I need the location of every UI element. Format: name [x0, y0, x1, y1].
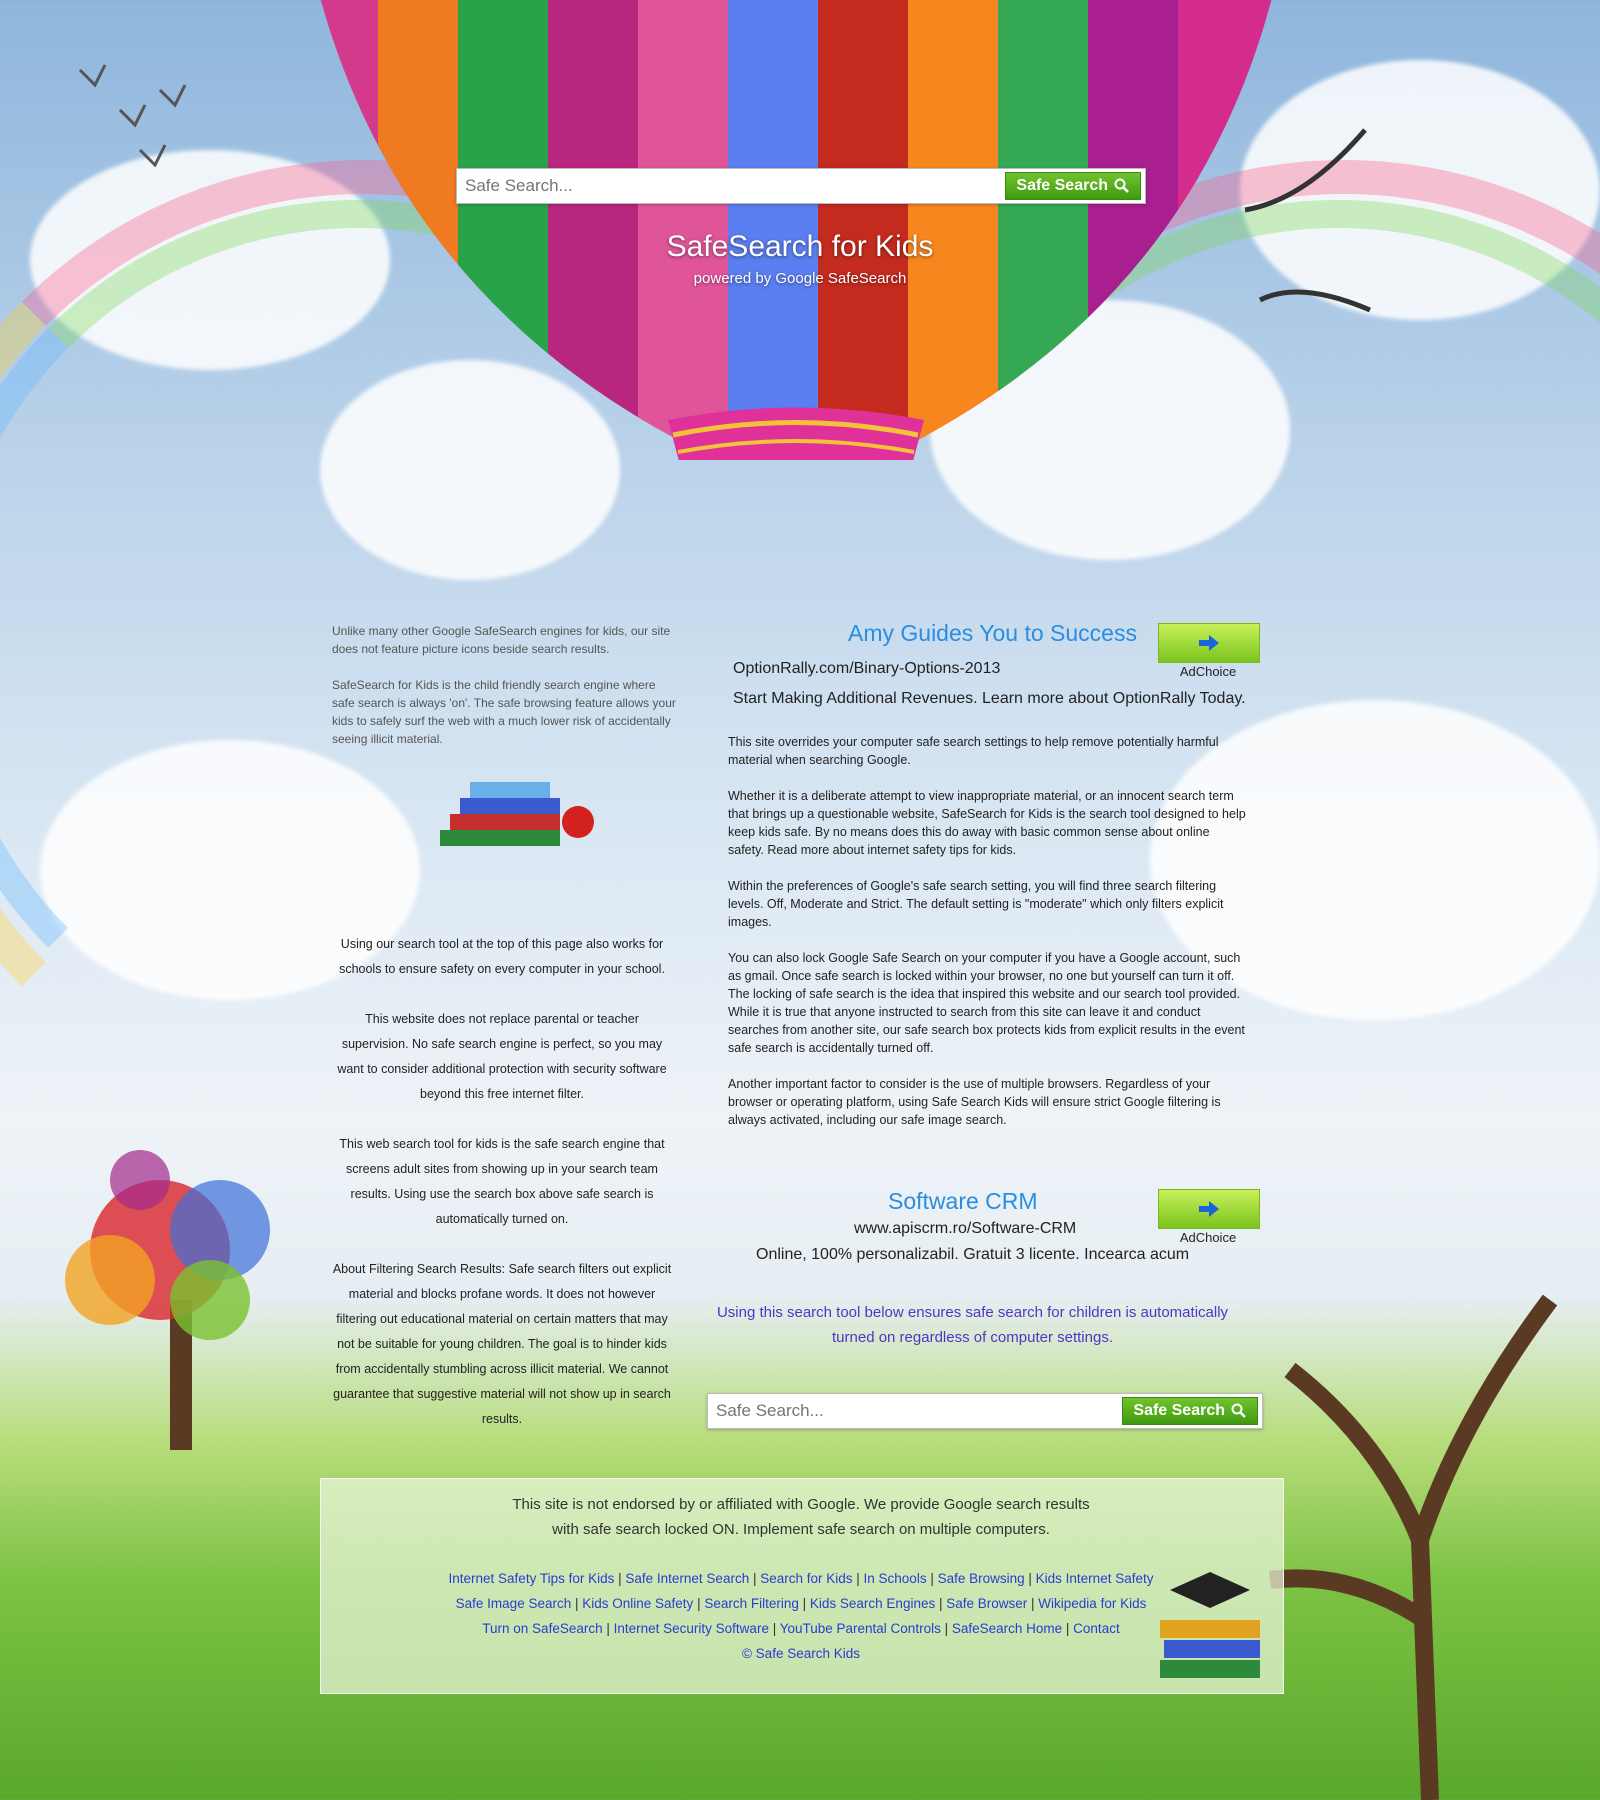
footer-link[interactable]: Safe Browsing [938, 1571, 1025, 1586]
footer-link[interactable]: Internet Security Software [614, 1621, 769, 1636]
top-search-input[interactable] [457, 171, 1006, 201]
main-paragraph: This site overrides your computer safe s… [728, 735, 1219, 767]
footer-links-row: Internet Safety Tips for Kids | Safe Int… [448, 1571, 1154, 1586]
bottom-search-input[interactable] [708, 1396, 1123, 1426]
magnifier-icon [1114, 178, 1129, 193]
footer-link[interactable]: Kids Internet Safety [1036, 1571, 1154, 1586]
disclaimer-line: with safe search locked ON. Implement sa… [552, 1521, 1050, 1538]
ad-title-link[interactable]: Software CRM [888, 1188, 1038, 1215]
footer-link[interactable]: In Schools [864, 1571, 927, 1586]
disclaimer-line: This site is not endorsed by or affiliat… [512, 1496, 1090, 1513]
footer-links: Internet Safety Tips for Kids | Safe Int… [320, 1566, 1282, 1666]
flying-birds-icon [78, 64, 187, 168]
page-subtitle: powered by Google SafeSearch [693, 270, 907, 287]
main-paragraph: Another important factor to consider is … [728, 1077, 1221, 1127]
footer-link[interactable]: Search Filtering [704, 1596, 799, 1611]
info-paragraph: About Filtering Search Results: Safe sea… [332, 1262, 672, 1426]
footer-link[interactable]: Safe Internet Search [625, 1571, 749, 1586]
seagull-icon [1244, 128, 1371, 313]
ad-url[interactable]: www.apiscrm.ro/Software-CRM [854, 1220, 1076, 1238]
books-icon [440, 782, 594, 846]
top-search-button[interactable]: Safe Search [1005, 172, 1141, 200]
footer-link[interactable]: Contact [1073, 1621, 1120, 1636]
footer-link[interactable]: Kids Search Engines [810, 1596, 935, 1611]
adchoice-label[interactable]: AdChoice [1158, 664, 1258, 679]
footer-link[interactable]: YouTube Parental Controls [780, 1621, 941, 1636]
info-paragraph: This web search tool for kids is the saf… [339, 1137, 665, 1226]
footer-disclaimer: This site is not endorsed by or affiliat… [320, 1492, 1282, 1542]
ad-go-button[interactable] [1158, 623, 1260, 663]
copyright-link[interactable]: © Safe Search Kids [742, 1646, 860, 1661]
main-paragraph: Within the preferences of Google's safe … [728, 879, 1224, 929]
footer-link[interactable]: Search for Kids [760, 1571, 852, 1586]
bare-tree-icon [1268, 1294, 1558, 1800]
ad-title-link[interactable]: Amy Guides You to Success [848, 620, 1137, 647]
footer-link[interactable]: Safe Image Search [456, 1596, 572, 1611]
ad-go-button[interactable] [1158, 1189, 1260, 1229]
info-paragraph: This website does not replace parental o… [337, 1012, 667, 1101]
main-paragraph: Whether it is a deliberate attempt to vi… [728, 789, 1246, 857]
top-search-bar: Safe Search [456, 168, 1146, 204]
search-button-label: Safe Search [1133, 1402, 1225, 1419]
bottom-search-bar: Safe Search [707, 1393, 1263, 1429]
intro-paragraph: SafeSearch for Kids is the child friendl… [332, 678, 676, 746]
graduation-books-icon [1160, 1572, 1260, 1678]
search-button-label: Safe Search [1016, 177, 1108, 194]
footer-link[interactable]: SafeSearch Home [952, 1621, 1062, 1636]
ad-url[interactable]: OptionRally.com/Binary-Options-2013 [733, 660, 1000, 678]
info-paragraph: Using our search tool at the top of this… [339, 937, 665, 976]
footer-link[interactable]: Internet Safety Tips for Kids [449, 1571, 615, 1586]
left-intro: Unlike many other Google SafeSearch engi… [332, 622, 678, 766]
ad-description: Online, 100% personalizabil. Gratuit 3 l… [756, 1246, 1190, 1263]
footer-link[interactable]: Wikipedia for Kids [1038, 1596, 1146, 1611]
footer-link[interactable]: Turn on SafeSearch [482, 1621, 602, 1636]
left-center-text: Using our search tool at the top of this… [332, 932, 672, 1457]
intro-paragraph: Unlike many other Google SafeSearch engi… [332, 624, 671, 656]
footer-links-row: Turn on SafeSearch | Internet Security S… [482, 1621, 1120, 1636]
ad-description: Start Making Additional Revenues. Learn … [733, 690, 1246, 707]
arrow-right-icon [1199, 1201, 1219, 1217]
colorful-tree-icon [65, 1150, 270, 1450]
footer-link[interactable]: Kids Online Safety [582, 1596, 693, 1611]
page-title: SafeSearch for Kids [666, 230, 934, 263]
main-content: This site overrides your computer safe s… [728, 733, 1248, 1147]
bottom-search-note: Using this search tool below ensures saf… [716, 1304, 1229, 1346]
footer-links-row: Safe Image Search | Kids Online Safety |… [455, 1596, 1147, 1611]
arrow-right-icon [1199, 635, 1219, 651]
main-paragraph: You can also lock Google Safe Search on … [728, 951, 1245, 1055]
footer-link[interactable]: Safe Browser [946, 1596, 1027, 1611]
